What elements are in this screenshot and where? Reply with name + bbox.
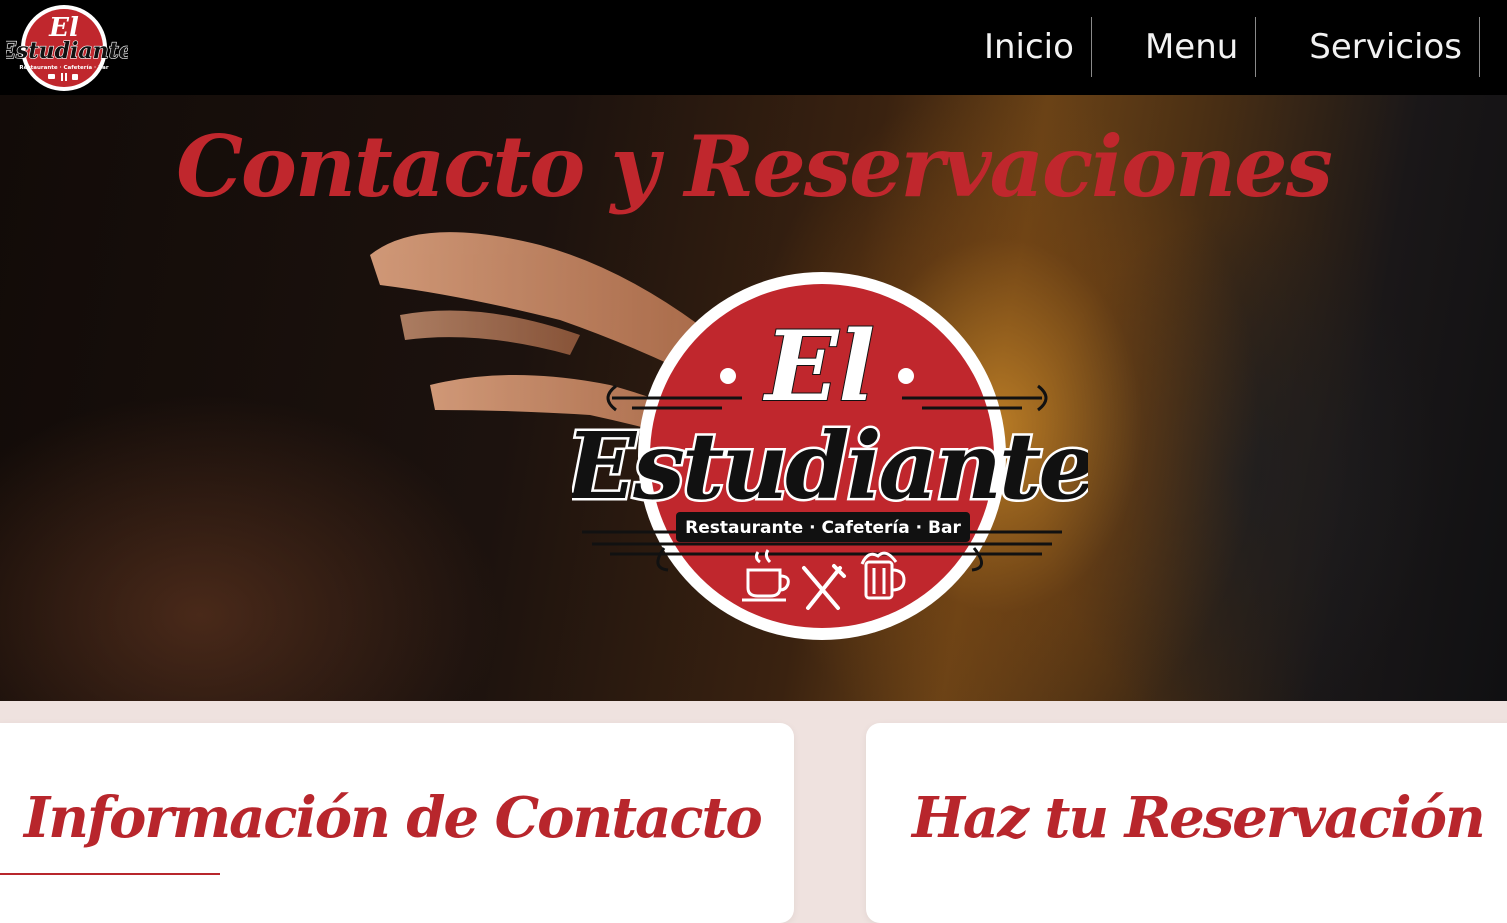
contact-info-card: Información de Contacto [0, 723, 794, 923]
navbar: El Estudiante Restaurante · Cafetería · … [0, 0, 1507, 95]
nav-link-inicio[interactable]: Inicio [984, 17, 1092, 77]
reservation-title: Haz tu Reservación [912, 785, 1486, 851]
svg-text:Restaurante · Cafetería · Bar: Restaurante · Cafetería · Bar [685, 518, 961, 538]
nav-link-servicios[interactable]: Servicios [1256, 17, 1480, 77]
nav-logo[interactable]: El Estudiante Restaurante · Cafetería · … [6, 2, 128, 94]
svg-text:Estudiante: Estudiante [572, 412, 1088, 520]
hero-banner: Contacto y Reservaciones El Estudiante R… [0, 95, 1507, 701]
svg-text:Restaurante · Cafetería · Bar: Restaurante · Cafetería · Bar [19, 64, 108, 71]
hero-logo: El Estudiante Restaurante · Cafetería · … [572, 272, 1088, 640]
nav-link-menu[interactable]: Menu [1092, 17, 1257, 77]
reservation-card: Haz tu Reservación [866, 723, 1507, 923]
svg-text:El: El [762, 310, 875, 423]
nav-links: Inicio Menu Servicios [984, 17, 1480, 77]
hero-title: Contacto y Reservaciones [176, 117, 1333, 216]
svg-text:Estudiante: Estudiante [6, 38, 128, 64]
contact-info-title: Información de Contacto [24, 785, 763, 851]
